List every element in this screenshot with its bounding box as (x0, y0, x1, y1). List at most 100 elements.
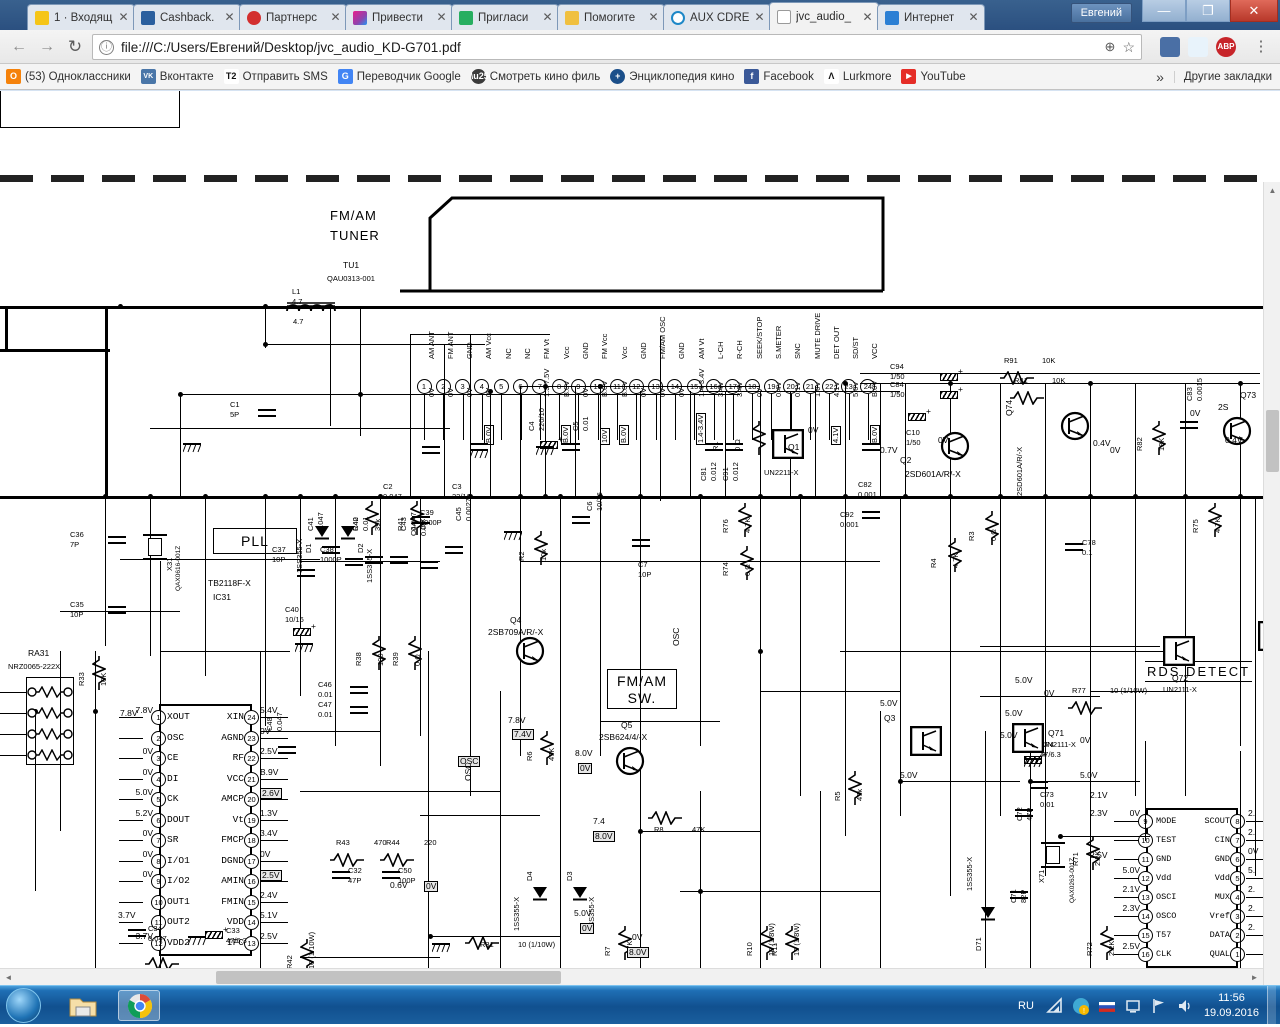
plus-sign: + (958, 384, 963, 394)
wire-horizontal (300, 957, 440, 958)
start-button[interactable] (6, 988, 41, 1023)
voltage-note-15: 7.4 (593, 816, 605, 826)
svg-text:!: ! (1083, 1008, 1085, 1015)
wire-vertical (636, 394, 638, 440)
extension-droplet-icon[interactable] (1188, 37, 1208, 57)
window-minimize-button[interactable]: — (1142, 0, 1186, 22)
tab-close-icon[interactable] (753, 11, 766, 24)
ic31-pin-name-6: DOUT (167, 813, 190, 825)
show-desktop-button[interactable] (1267, 986, 1276, 1025)
language-indicator[interactable]: RU (1018, 1000, 1034, 1012)
browser-tab[interactable]: Партнерс (240, 5, 346, 30)
bookmark-item[interactable]: VK Вконтакте (140, 69, 214, 84)
ic31-pin-voltage-3: 0V (142, 746, 153, 756)
tab-close-icon[interactable] (967, 11, 980, 24)
ic31-pin-name-15: FMIN (221, 895, 244, 907)
bookmarks-overflow-icon[interactable]: » (1146, 69, 1174, 85)
tab-close-icon[interactable] (223, 11, 236, 24)
browser-tab[interactable]: 1 · Входящ (28, 5, 134, 30)
ic71-pin-name-4: MUX (1214, 892, 1230, 902)
scroll-left-arrow[interactable]: ◄ (0, 969, 17, 985)
component-ref-C35: C35 (70, 600, 84, 609)
pdf-viewport[interactable]: FM/AM TUNER TU1 QAU0313-001 1AM ANT0V2FM… (0, 91, 1280, 985)
component-ref-C73: C73 (1040, 790, 1054, 799)
bookmark-star-icon[interactable]: ☆ (1122, 39, 1135, 56)
tab-close-icon[interactable] (435, 11, 448, 24)
tab-label: Привести (372, 11, 423, 24)
tab-close-icon[interactable] (541, 11, 554, 24)
taskbar-item-explorer[interactable] (62, 990, 104, 1021)
scroll-up-arrow[interactable]: ▲ (1264, 182, 1280, 199)
extension-shield-icon[interactable] (1160, 37, 1180, 57)
component-ref-C92: C92 (840, 510, 854, 519)
browser-tab[interactable]: AUX CDRE (664, 5, 770, 30)
ic31-pin-name-16: AMIN (221, 875, 244, 886)
bookmark-item[interactable]: + Энциклопедия кино (610, 69, 734, 84)
bookmark-item[interactable]: Λ Lurkmore (823, 69, 891, 84)
tab-close-icon[interactable] (117, 11, 130, 24)
component-value-C91: 0.012 (731, 462, 740, 481)
bookmark-item[interactable]: G Переводчик Google (337, 69, 461, 84)
clock-widget[interactable]: 11:56 19.09.2016 (1204, 992, 1259, 1019)
wire-horizontal (420, 815, 540, 816)
voltage-note-3: 0.4V (1093, 438, 1111, 448)
component-ref-C72: C72 (1015, 807, 1024, 821)
scroll-right-arrow[interactable]: ► (1246, 969, 1263, 985)
other-bookmarks-folder[interactable]: Другие закладки (1173, 70, 1280, 83)
back-button[interactable]: ← (8, 36, 30, 58)
window-close-button[interactable]: ✕ (1230, 0, 1278, 22)
taskbar-item-chrome[interactable] (118, 990, 160, 1021)
component-value-D2: 1SS355-X (365, 548, 374, 583)
browser-tab[interactable]: Привести (346, 5, 452, 30)
junction-dot (517, 493, 523, 499)
network-icon[interactable] (1044, 995, 1066, 1017)
vertical-scroll-thumb[interactable] (1266, 410, 1279, 472)
extension-adblock-icon[interactable]: ABP (1216, 37, 1236, 57)
junction-dot (297, 493, 303, 499)
bookmark-label: (53) Одноклассники (25, 70, 131, 83)
user-profile-button[interactable]: Евгений (1070, 3, 1132, 23)
monitor-icon[interactable] (1122, 995, 1144, 1017)
voltage-note-12: 7.4V (512, 729, 534, 740)
wire-horizontal (900, 781, 1020, 782)
pennant-icon[interactable] (1148, 995, 1170, 1017)
ic71-pin-name-9: MODE (1156, 816, 1177, 826)
flag-icon[interactable] (1096, 995, 1118, 1017)
bookmark-item[interactable]: ▶ YouTube (901, 69, 966, 84)
browser-tab[interactable]: Интернет (878, 5, 984, 30)
browser-tab[interactable]: Пригласи (452, 5, 558, 30)
address-bar[interactable]: ⓘ file:///C:/Users/Евгений/Desktop/jvc_a… (92, 34, 1142, 60)
site-info-icon[interactable]: ⓘ (99, 39, 114, 55)
ic31-pin-voltage-18: 3.4V (260, 828, 278, 838)
forward-button[interactable]: → (36, 36, 58, 58)
wire-horizontal (265, 344, 485, 345)
wire-vertical (481, 394, 483, 440)
bookmark-item[interactable]: О (53) Одноклассники (6, 69, 131, 84)
bookmark-item[interactable]: \u25cf Смотреть кино филь (470, 69, 600, 84)
ic31-pin-voltage-22: 2.5V (260, 746, 278, 756)
ic31-pin-name-9: I/O2 (167, 875, 190, 886)
tab-close-icon[interactable] (861, 11, 874, 24)
reload-button[interactable]: ↻ (64, 36, 86, 58)
wire-horizontal (1114, 840, 1138, 841)
action-center-icon[interactable]: ! (1070, 995, 1092, 1017)
wire-horizontal (120, 306, 760, 307)
browser-tab-active[interactable]: jvc_audio_ (770, 3, 878, 31)
bookmark-item[interactable]: T2 Отправить SMS (223, 69, 328, 84)
bookmark-item[interactable]: f Facebook (744, 69, 814, 84)
chrome-menu-button[interactable]: ⋮ (1252, 36, 1270, 58)
horizontal-scrollbar[interactable]: ◄ ► (0, 968, 1263, 985)
window-maximize-button[interactable]: ❐ (1186, 0, 1230, 22)
browser-tab[interactable]: Помогите (558, 5, 664, 30)
volume-icon[interactable] (1174, 995, 1196, 1017)
vertical-scrollbar[interactable]: ▲ ▼ (1263, 182, 1280, 985)
browser-tab[interactable]: Cashback. (134, 5, 240, 30)
component-value-Q73: 2S (1218, 402, 1229, 412)
horizontal-scroll-thumb[interactable] (216, 971, 561, 984)
tab-close-icon[interactable] (647, 11, 660, 24)
resistor-R8 (648, 811, 682, 825)
zoom-icon[interactable]: ⊕ (1105, 39, 1123, 55)
voltage-note-4: 0.4V (1225, 435, 1243, 445)
tab-close-icon[interactable] (329, 11, 342, 24)
wire-horizontal (119, 881, 143, 882)
